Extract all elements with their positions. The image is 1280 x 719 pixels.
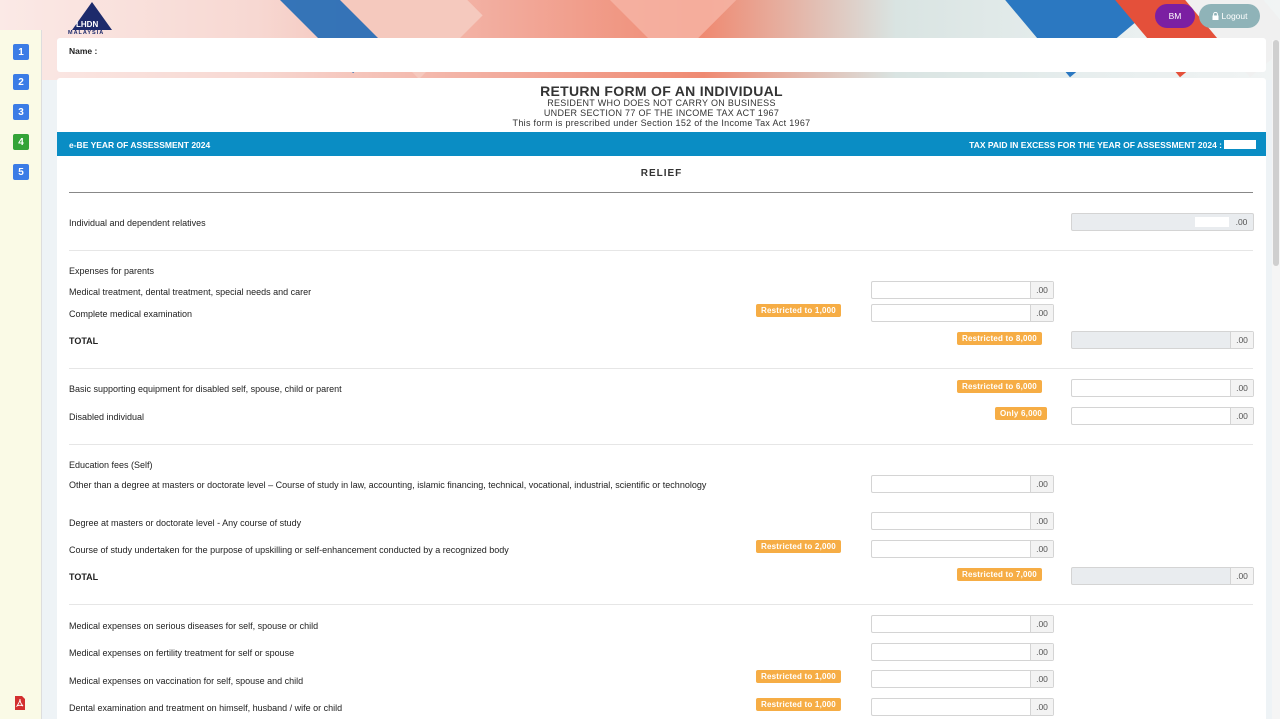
- medical-dental-input[interactable]: .00: [871, 698, 1054, 716]
- logout-label: Logout: [1221, 11, 1248, 21]
- form-title: RETURN FORM OF AN INDIVIDUAL: [540, 83, 783, 99]
- medical-dental-label: Dental examination and treatment on hims…: [69, 703, 343, 713]
- parents-total-field: .00: [1071, 331, 1254, 349]
- disabled-input[interactable]: .00: [1071, 407, 1254, 425]
- lhdn-logo[interactable]: LHDN MALAYSIA: [68, 0, 118, 38]
- medical-serious-input[interactable]: .00: [871, 615, 1054, 633]
- page-scrollbar[interactable]: [1272, 40, 1280, 719]
- pdf-icon[interactable]: [14, 696, 26, 710]
- step-4-button[interactable]: 4: [13, 134, 29, 150]
- logo-text: LHDN: [76, 20, 99, 29]
- education-heading: Education fees (Self): [69, 460, 153, 470]
- name-label: Name :: [69, 46, 98, 56]
- lock-icon: [1212, 12, 1218, 20]
- restricted-2000-badge: Restricted to 2,000: [756, 540, 841, 553]
- restricted-1000-badge: Restricted to 1,000: [756, 670, 841, 683]
- name-card: Name :: [57, 38, 1266, 72]
- logout-button[interactable]: Logout: [1199, 4, 1260, 28]
- parents-total-label: TOTAL: [69, 336, 99, 346]
- medical-vaccination-label: Medical expenses on vaccination for self…: [69, 676, 304, 686]
- medical-fertility-input[interactable]: .00: [871, 643, 1054, 661]
- individual-label: Individual and dependent relatives: [69, 218, 206, 228]
- logo-subtext: MALAYSIA: [68, 30, 105, 36]
- education-masters-input[interactable]: .00: [871, 512, 1054, 530]
- education-total-label: TOTAL: [69, 572, 99, 582]
- education-masters-label: Degree at masters or doctorate level - A…: [69, 518, 302, 528]
- parents-medical-input[interactable]: .00: [871, 281, 1054, 299]
- step-sidebar: 1 2 3 4 5: [0, 30, 42, 719]
- section-title: RELIEF: [640, 168, 683, 179]
- restricted-8000-badge: Restricted to 8,000: [957, 332, 1042, 345]
- restricted-7000-badge: Restricted to 7,000: [957, 568, 1042, 581]
- medical-vaccination-input[interactable]: .00: [871, 670, 1054, 688]
- parents-exam-input[interactable]: .00: [871, 304, 1054, 322]
- parents-medical-label: Medical treatment, dental treatment, spe…: [69, 287, 312, 297]
- step-5-button[interactable]: 5: [13, 164, 29, 180]
- restricted-6000-badge: Restricted to 6,000: [957, 380, 1042, 393]
- parents-heading: Expenses for parents: [69, 266, 155, 276]
- education-upskill-label: Course of study undertaken for the purpo…: [69, 545, 509, 555]
- tax-paid-excess-label: TAX PAID IN EXCESS FOR THE YEAR OF ASSES…: [969, 140, 1222, 150]
- parents-exam-label: Complete medical examination: [69, 309, 193, 319]
- step-2-button[interactable]: 2: [13, 74, 29, 90]
- equipment-label: Basic supporting equipment for disabled …: [69, 384, 342, 394]
- form-subtitle-2: UNDER SECTION 77 OF THE INCOME TAX ACT 1…: [543, 108, 780, 118]
- education-total-field: .00: [1071, 567, 1254, 585]
- restricted-1000-badge: Restricted to 1,000: [756, 304, 841, 317]
- medical-serious-label: Medical expenses on serious diseases for…: [69, 621, 319, 631]
- individual-field: .00: [1071, 213, 1254, 231]
- disabled-label: Disabled individual: [69, 412, 145, 422]
- restricted-1000-badge: Restricted to 1,000: [756, 698, 841, 711]
- form-subtitle-1: RESIDENT WHO DOES NOT CARRY ON BUSINESS: [547, 98, 776, 108]
- education-other-input[interactable]: .00: [871, 475, 1054, 493]
- equipment-input[interactable]: .00: [1071, 379, 1254, 397]
- form-card: RETURN FORM OF AN INDIVIDUAL RESIDENT WH…: [57, 78, 1266, 719]
- education-upskill-input[interactable]: .00: [871, 540, 1054, 558]
- only-6000-badge: Only 6,000: [995, 407, 1048, 420]
- tax-paid-excess-value: [1224, 140, 1256, 149]
- education-other-label: Other than a degree at masters or doctor…: [69, 480, 707, 490]
- step-1-button[interactable]: 1: [13, 44, 29, 60]
- assessment-bar: e-BE YEAR OF ASSESSMENT 2024 TAX PAID IN…: [57, 132, 1266, 156]
- step-3-button[interactable]: 3: [13, 104, 29, 120]
- language-button[interactable]: BM: [1155, 4, 1195, 28]
- medical-fertility-label: Medical expenses on fertility treatment …: [69, 648, 295, 658]
- assessment-year: e-BE YEAR OF ASSESSMENT 2024: [69, 140, 211, 150]
- form-subtitle-3: This form is prescribed under Section 15…: [512, 118, 811, 128]
